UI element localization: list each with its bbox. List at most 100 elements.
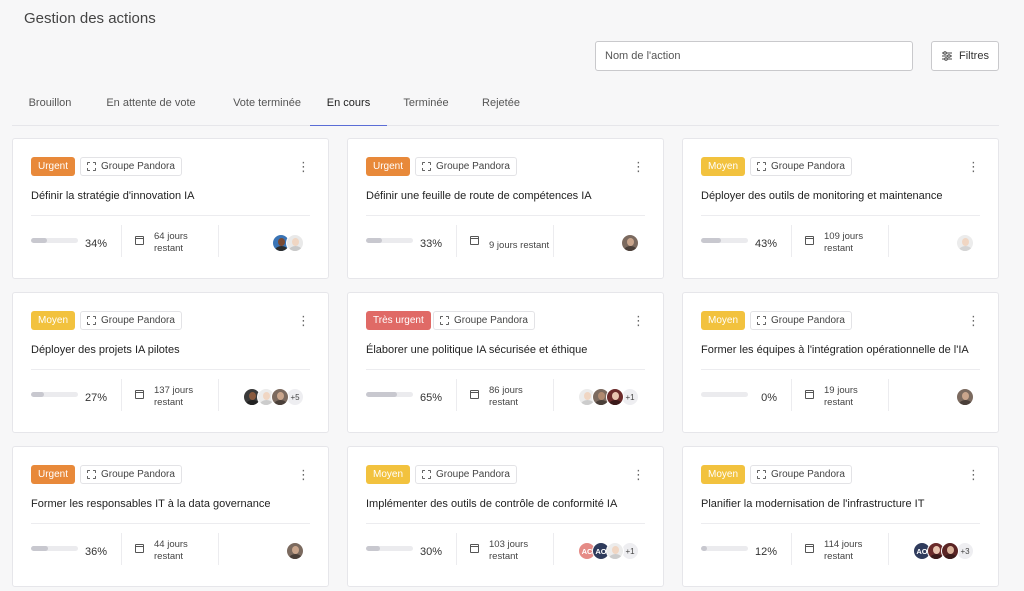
card-menu-button[interactable]: ⋮ [297,158,310,175]
card-divider [888,379,889,411]
progress-bar [701,238,748,243]
action-card[interactable]: Moyen Groupe Pandora ⋮ Former les équipes à… [682,292,999,433]
group-tag: Groupe Pandora [80,157,182,176]
card-title: Définir une feuille de route de compéten… [366,190,592,202]
group-tag: Groupe Pandora [80,465,182,484]
group-icon [87,162,96,171]
card-menu-button[interactable]: ⋮ [632,312,645,329]
card-menu-button[interactable]: ⋮ [632,158,645,175]
avatar-body [959,400,972,405]
card-divider [553,533,554,565]
avatar[interactable] [271,388,289,406]
action-card[interactable]: Urgent Groupe Pandora ⋮ Définir une feuille… [347,138,664,279]
action-card[interactable]: Urgent Groupe Pandora ⋮ Former les responsa… [12,446,329,587]
sliders-icon [942,51,953,61]
group-tag: Groupe Pandora [750,465,852,484]
tab-rejetee[interactable]: Rejetée [476,88,526,126]
avatar[interactable] [286,542,304,560]
card-divider [366,215,645,216]
group-icon [757,162,766,171]
progress-percent: 27% [84,392,107,404]
group-icon [757,470,766,479]
card-divider [553,379,554,411]
tab-terminee[interactable]: Terminée [398,88,454,126]
card-menu-button[interactable]: ⋮ [967,466,980,483]
card-title: Former les responsables IT à la data gov… [31,498,271,510]
group-tag: Groupe Pandora [415,157,517,176]
card-divider [456,533,457,565]
card-divider [701,523,980,524]
calendar-icon [470,390,479,399]
action-card[interactable]: Urgent Groupe Pandora ⋮ Définir la stratégi… [12,138,329,279]
avatar-face [249,392,256,400]
avatar[interactable] [956,388,974,406]
priority-badge: Très urgent [366,311,431,330]
avatar[interactable] [956,234,974,252]
tab-brouillon[interactable]: Brouillon [18,88,82,126]
avatar[interactable] [941,542,959,560]
card-divider [218,379,219,411]
calendar-icon [135,544,144,553]
group-tag: Groupe Pandora [80,311,182,330]
action-card[interactable]: Moyen Groupe Pandora ⋮ Planifier la moderni… [682,446,999,587]
avatar[interactable] [606,388,624,406]
card-divider [31,523,310,524]
group-icon [87,470,96,479]
card-divider [456,379,457,411]
days-remaining: 64 jours restant [154,231,188,254]
avatar-face [612,392,619,400]
card-divider [121,533,122,565]
group-icon [440,316,449,325]
card-menu-button[interactable]: ⋮ [297,312,310,329]
card-menu-button[interactable]: ⋮ [967,158,980,175]
filters-button[interactable]: Filtres [931,41,999,71]
card-divider [791,225,792,257]
assignees: +5 [243,388,304,406]
card-divider [218,225,219,257]
card-divider [701,215,980,216]
action-card[interactable]: Moyen Groupe Pandora ⋮ Implémenter des outi… [347,446,664,587]
avatar-body [609,400,622,405]
calendar-icon [470,544,479,553]
calendar-icon [470,236,479,245]
card-title: Implémenter des outils de contrôle de co… [366,498,618,510]
action-card[interactable]: Moyen Groupe Pandora ⋮ Déployer des projets… [12,292,329,433]
progress-fill [701,238,722,243]
calendar-icon [805,236,814,245]
card-title: Définir la stratégie d'innovation IA [31,190,195,202]
action-card[interactable]: Très urgent Groupe Pandora ⋮ Élaborer une p… [347,292,664,433]
progress-bar [366,392,413,397]
tab-vote-terminee[interactable]: Vote terminée [220,88,314,126]
card-menu-button[interactable]: ⋮ [632,466,645,483]
group-icon [757,316,766,325]
progress-bar [31,392,78,397]
progress-bar [31,238,78,243]
priority-badge: Urgent [366,157,411,176]
tab-en-cours[interactable]: En cours [310,88,387,126]
assignees: AO +3 [913,542,974,560]
progress-percent: 43% [754,238,777,250]
card-menu-button[interactable]: ⋮ [967,312,980,329]
progress-fill [366,238,382,243]
avatar-body [624,246,637,251]
avatar[interactable] [606,542,624,560]
avatar-body [944,554,957,559]
card-divider [31,369,310,370]
card-menu-button[interactable]: ⋮ [297,466,310,483]
avatar[interactable] [621,234,639,252]
avatar-body [959,246,972,251]
search-input[interactable] [595,41,913,71]
avatar[interactable] [286,234,304,252]
avatar-face [962,238,969,246]
card-title: Déployer des projets IA pilotes [31,344,180,356]
calendar-icon [805,544,814,553]
assignees: +1 [578,388,639,406]
progress-percent: 36% [84,546,107,558]
card-divider [218,533,219,565]
action-card[interactable]: Moyen Groupe Pandora ⋮ Déployer des outils … [682,138,999,279]
tab-en-attente-de-vote[interactable]: En attente de vote [100,88,202,126]
group-tag: Groupe Pandora [750,311,852,330]
days-remaining: 114 jours restant [824,539,863,562]
card-divider [701,369,980,370]
card-divider [121,225,122,257]
